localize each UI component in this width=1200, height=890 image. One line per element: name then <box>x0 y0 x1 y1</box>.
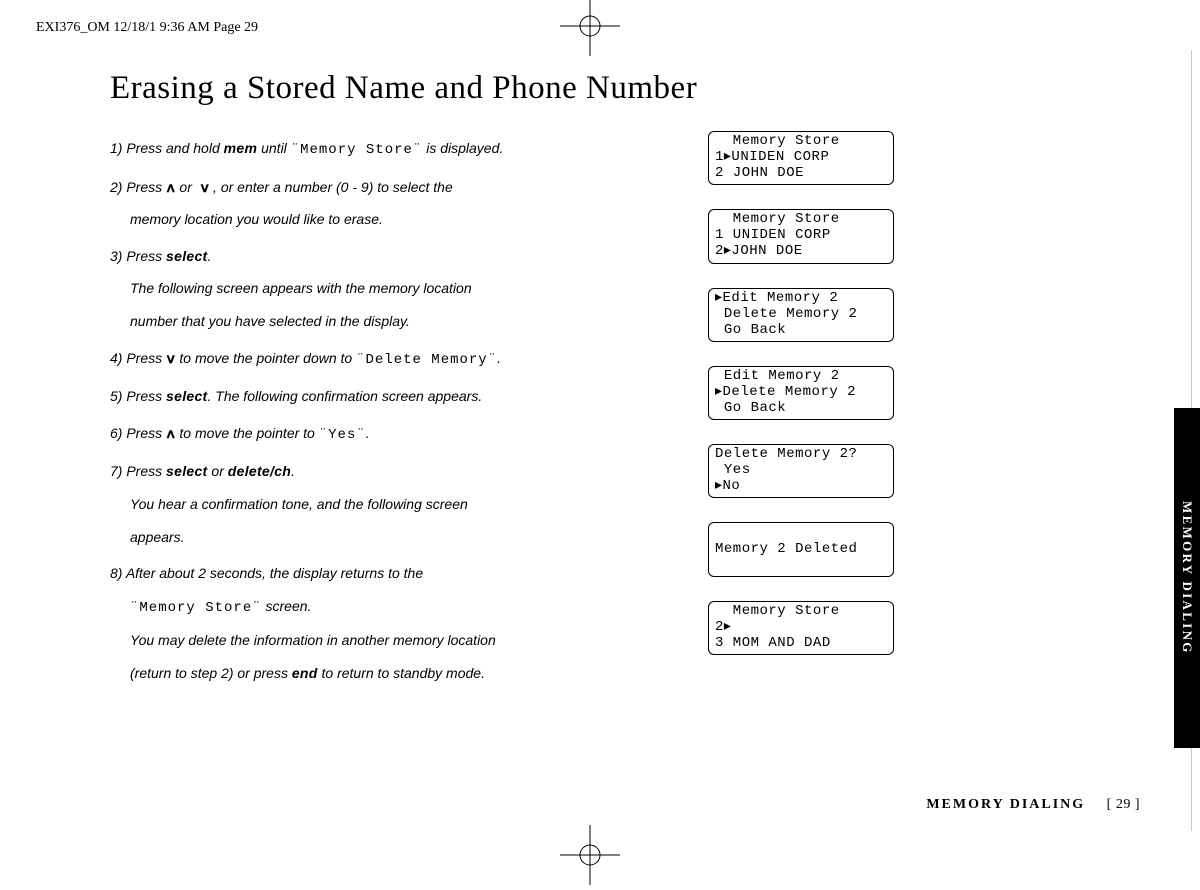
down-arrow-icon: ∨ <box>165 347 176 372</box>
instruction-list: 1) Press and hold mem until ¨Memory Stor… <box>110 135 678 697</box>
lcd-screens-column: Memory Store 1▸UNIDEN CORP 2 JOHN DOE Me… <box>708 131 894 697</box>
registration-mark-top <box>560 0 620 56</box>
text: . <box>291 463 295 479</box>
key-select: select <box>166 388 208 404</box>
text: (return to step 2) or press <box>130 665 292 681</box>
step-2: 2) Press ∧ or ∨ , or enter a number (0 -… <box>110 174 678 201</box>
step-3-sub2: number that you have selected in the dis… <box>130 308 678 335</box>
key-end: end <box>292 665 318 681</box>
running-footer: MEMORY DIALING [ 29 ] <box>926 797 1140 813</box>
text: to return to standby mode. <box>318 665 485 681</box>
step-8: 8) After about 2 seconds, the display re… <box>110 560 678 587</box>
text: screen. <box>262 598 312 614</box>
step-7: 7) Press select or delete/ch. <box>110 458 678 485</box>
text: 7) Press <box>110 463 166 479</box>
step-2-sub: memory location you would like to erase. <box>130 206 678 233</box>
page-content: Erasing a Stored Name and Phone Number 1… <box>110 70 1095 812</box>
text: 4) Press <box>110 350 166 366</box>
step-7-sub2: appears. <box>130 524 678 551</box>
text: . <box>497 350 501 366</box>
registration-mark-bottom <box>560 825 620 885</box>
text: , or enter a number (0 - 9) to select th… <box>209 179 453 195</box>
side-tab: MEMORY DIALING <box>1174 408 1200 748</box>
up-arrow-icon: ∧ <box>165 176 176 201</box>
step-8-sub1: ¨Memory Store¨ screen. <box>130 593 678 622</box>
text: 3) Press <box>110 248 166 264</box>
key-delete-ch: delete/ch <box>228 463 291 479</box>
step-8-sub2: You may delete the information in anothe… <box>130 627 678 654</box>
footer-page-number: [ 29 ] <box>1107 797 1140 812</box>
lcd-text: ¨Delete Memory¨ <box>356 352 497 368</box>
down-arrow-icon: ∨ <box>199 176 210 201</box>
lcd-screen-7: Memory Store 2▸ 3 MOM AND DAD <box>708 601 894 655</box>
text: . <box>366 425 370 441</box>
step-3-sub1: The following screen appears with the me… <box>130 275 678 302</box>
text: to move the pointer to <box>176 425 319 441</box>
text: 6) Press <box>110 425 166 441</box>
text: is displayed. <box>422 140 503 156</box>
text: 2) Press <box>110 179 166 195</box>
text: . <box>208 248 212 264</box>
step-4: 4) Press ∨ to move the pointer down to ¨… <box>110 345 678 374</box>
step-7-sub1: You hear a confirmation tone, and the fo… <box>130 491 678 518</box>
text: 1) Press and hold <box>110 140 224 156</box>
print-slug: EXI376_OM 12/18/1 9:36 AM Page 29 <box>36 20 258 36</box>
up-arrow-icon: ∧ <box>165 422 176 447</box>
key-select: select <box>166 248 208 264</box>
step-5: 5) Press select. The following confirmat… <box>110 383 678 410</box>
key-select: select <box>166 463 208 479</box>
step-1: 1) Press and hold mem until ¨Memory Stor… <box>110 135 678 164</box>
lcd-screen-1: Memory Store 1▸UNIDEN CORP 2 JOHN DOE <box>708 131 894 185</box>
text: or <box>176 179 196 195</box>
lcd-screen-5: Delete Memory 2? Yes ▸No <box>708 444 894 498</box>
lcd-screen-6: Memory 2 Deleted <box>708 522 894 576</box>
footer-section: MEMORY DIALING <box>926 797 1085 812</box>
text: or <box>208 463 228 479</box>
lcd-text: ¨Yes¨ <box>319 427 366 443</box>
text: . The following confirmation screen appe… <box>208 388 483 404</box>
text: 5) Press <box>110 388 166 404</box>
page-title: Erasing a Stored Name and Phone Number <box>110 70 1095 107</box>
step-8-sub3: (return to step 2) or press end to retur… <box>130 660 678 687</box>
step-6: 6) Press ∧ to move the pointer to ¨Yes¨. <box>110 420 678 449</box>
lcd-screen-3: ▸Edit Memory 2 Delete Memory 2 Go Back <box>708 288 894 342</box>
text: to move the pointer down to <box>176 350 357 366</box>
step-3: 3) Press select. <box>110 243 678 270</box>
lcd-text: ¨Memory Store¨ <box>291 142 423 158</box>
lcd-text: ¨Memory Store¨ <box>130 600 262 616</box>
lcd-screen-2: Memory Store 1 UNIDEN CORP 2▸JOHN DOE <box>708 209 894 263</box>
key-mem: mem <box>224 140 258 156</box>
lcd-screen-4: Edit Memory 2 ▸Delete Memory 2 Go Back <box>708 366 894 420</box>
text: until <box>257 140 290 156</box>
